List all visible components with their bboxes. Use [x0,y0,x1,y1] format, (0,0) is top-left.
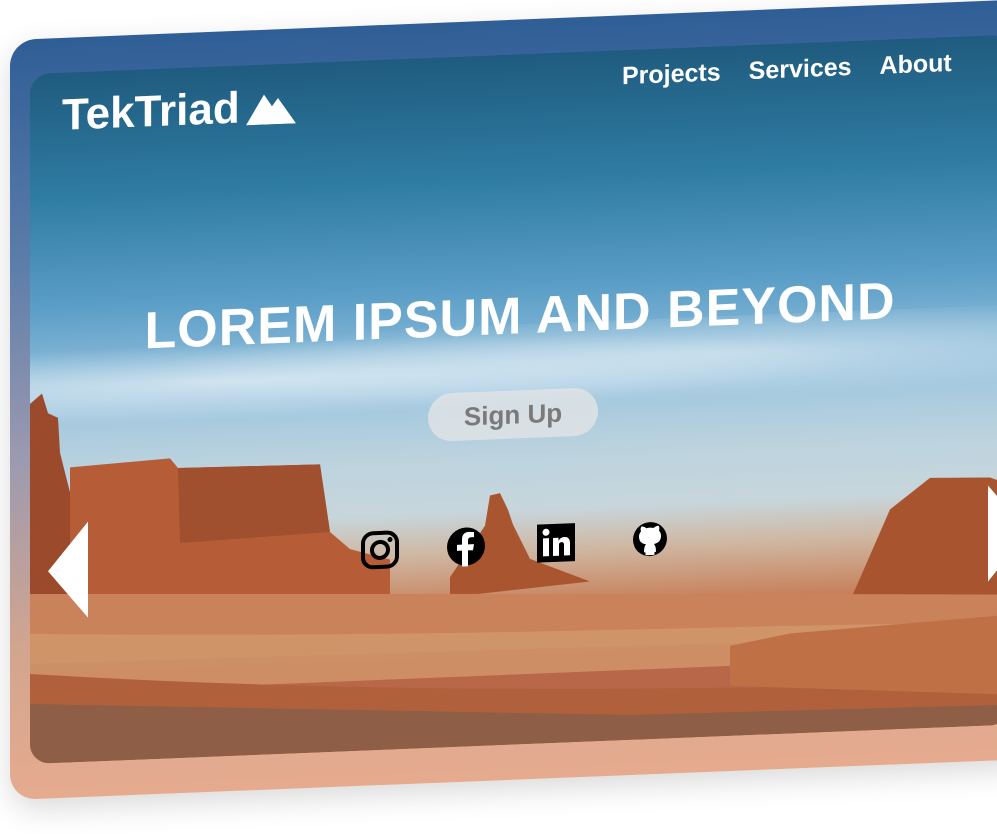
nav-projects[interactable]: Projects [622,58,721,91]
nav-services[interactable]: Services [749,53,852,86]
brand-logo[interactable]: TekTriad [62,81,296,140]
github-icon[interactable] [630,518,670,560]
sign-up-button[interactable]: Sign Up [428,387,598,443]
arrow-right-icon[interactable] [988,483,997,582]
instagram-icon[interactable] [360,529,400,571]
brand-name: TekTriad [62,83,240,140]
nav-about[interactable]: About [880,49,952,81]
device-frame: TekTriad Projects Services About LOREM I… [0,0,997,838]
facebook-icon[interactable] [446,526,486,568]
hero-screen: TekTriad Projects Services About LOREM I… [30,34,997,764]
mountain-icon [245,94,296,126]
linkedin-icon[interactable] [536,522,576,564]
arrow-left-icon[interactable] [48,521,88,620]
